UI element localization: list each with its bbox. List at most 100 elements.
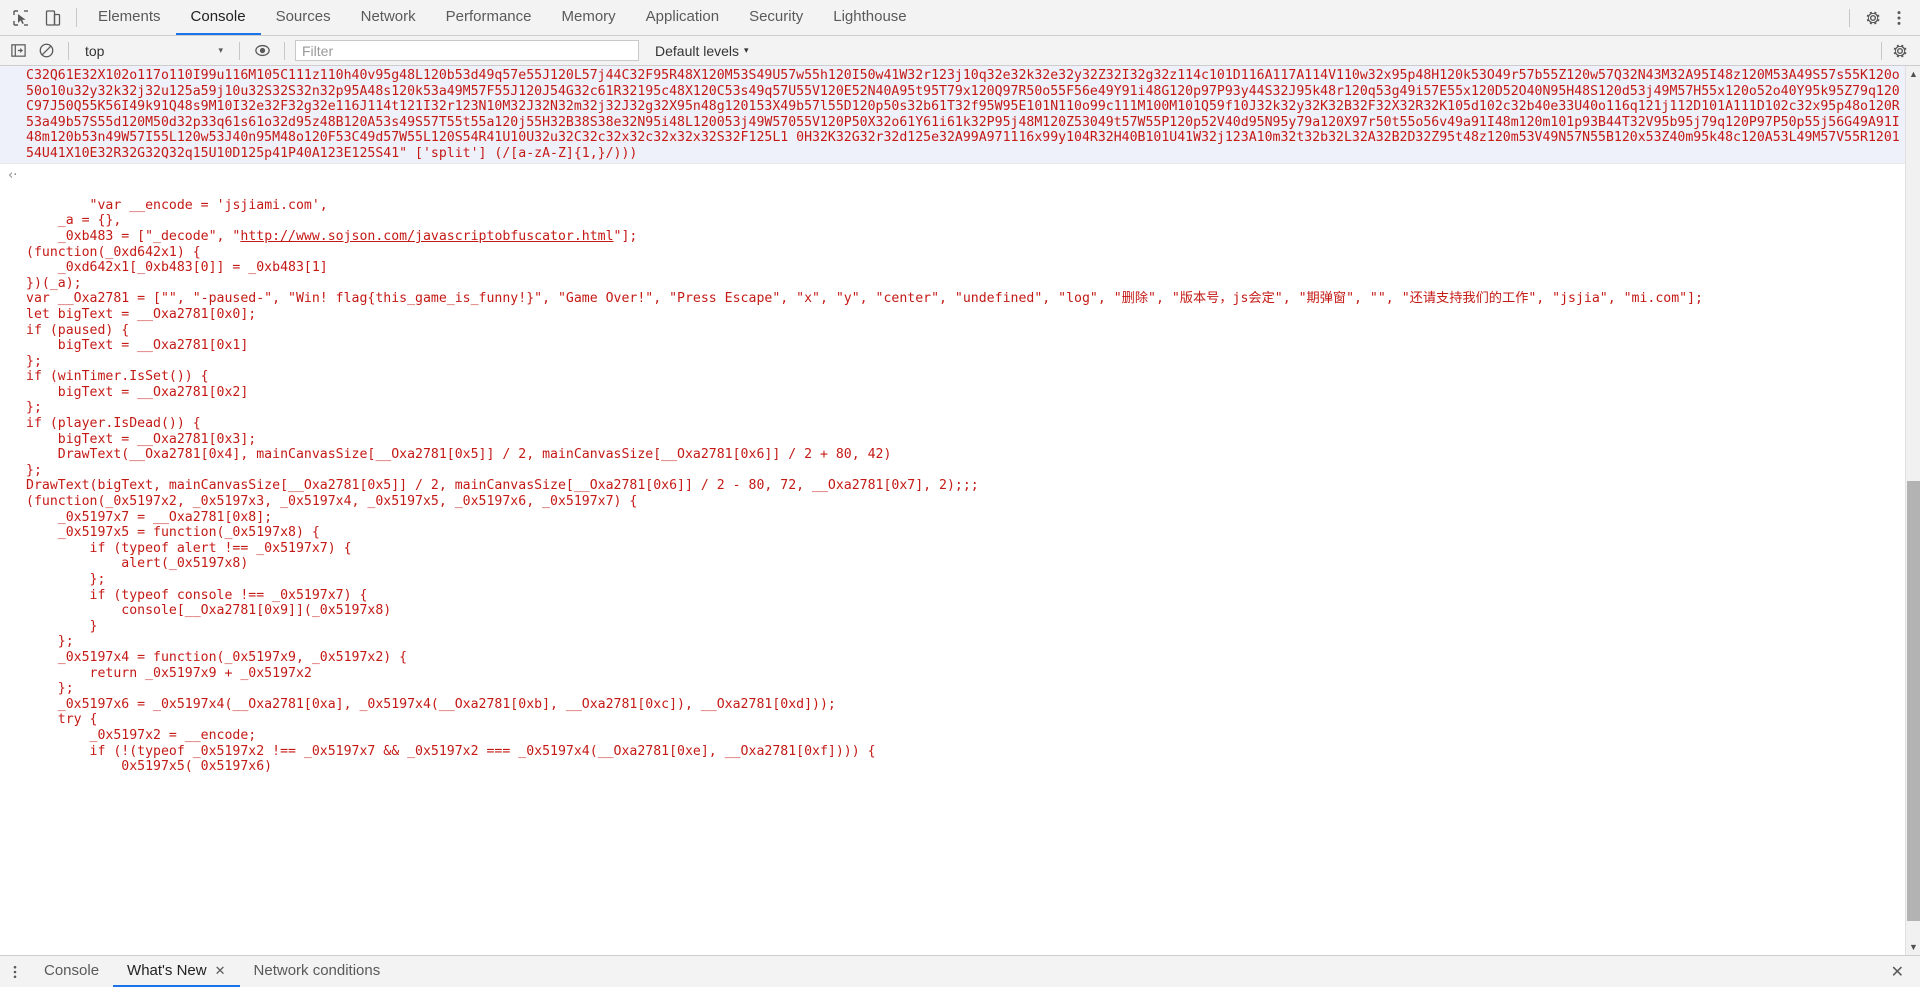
tab-label: Security — [749, 8, 804, 25]
drawer-right-controls: ✕ — [1887, 956, 1920, 987]
console-messages-area[interactable]: C32Q61E32X102o117o110I99u116M105C111z110… — [0, 66, 1920, 955]
toolbar-divider — [76, 8, 77, 27]
close-drawer-icon[interactable]: ✕ — [1887, 962, 1908, 982]
console-source-line: (function(_0xd642x1) { — [26, 244, 201, 260]
tab-label: Memory — [561, 8, 616, 25]
filterbar-divider-3 — [284, 41, 285, 60]
console-source-line: if (paused) { — [26, 322, 130, 338]
console-source-line: 0x5197x5( 0x5197x6) — [26, 759, 273, 775]
console-source-line: bigText = __Oxa2781[0x2] — [26, 384, 249, 400]
filterbar-divider-2 — [239, 41, 240, 60]
tab-elements[interactable]: Elements — [83, 0, 176, 35]
device-toolbar-icon[interactable] — [42, 7, 64, 29]
tab-application[interactable]: Application — [631, 0, 734, 35]
live-expression-eye-icon[interactable] — [250, 40, 274, 62]
console-source-line: alert(_0x5197x8) — [26, 556, 249, 572]
chevron-down-icon: ▾ — [744, 45, 749, 55]
console-source-line: try { — [26, 712, 98, 728]
drawer-tab-label: Console — [44, 962, 100, 979]
return-value-arrow-icon: ‹· — [8, 167, 18, 183]
tab-label: Application — [645, 8, 720, 25]
console-source-line: }; — [26, 572, 106, 587]
filterbar-divider-1 — [68, 41, 69, 60]
tab-label: Performance — [445, 8, 532, 25]
tab-memory[interactable]: Memory — [547, 0, 631, 35]
console-source-line: if (typeof alert !== _0x5197x7) { — [26, 540, 352, 556]
console-source-code: "var __encode = 'jsjiami.com', _a = {}, … — [26, 198, 1703, 774]
console-source-line: bigText = __Oxa2781[0x1] — [26, 338, 249, 354]
console-vertical-scrollbar[interactable]: ▲ ▼ — [1905, 66, 1920, 955]
console-source-line: })(_a); — [26, 275, 82, 291]
log-levels-label: Default levels — [655, 42, 740, 59]
console-source-line: }; — [26, 634, 74, 650]
console-source-line: if (winTimer.IsSet()) { — [26, 369, 209, 385]
tab-sources[interactable]: Sources — [261, 0, 346, 35]
tab-performance[interactable]: Performance — [431, 0, 547, 35]
console-source-line: _0x5197x4 = function(_0x5197x9, _0x5197x… — [26, 649, 408, 665]
tab-label: Sources — [275, 8, 331, 25]
console-source-line: return _0x5197x9 + _0x5197x2 — [26, 665, 312, 681]
execution-context-select[interactable]: top ▾ — [79, 40, 229, 61]
console-source-line: _0x5197x7 = __Oxa2781[0x8]; — [26, 509, 273, 525]
console-source-line: bigText = __Oxa2781[0x3]; — [26, 431, 257, 447]
settings-gear-icon[interactable] — [1862, 7, 1884, 29]
console-source-line: DrawText(bigText, mainCanvasSize[__Oxa27… — [26, 478, 979, 494]
console-source-line: _a = {}, — [26, 213, 122, 229]
toolbar-left-icons — [0, 0, 70, 35]
console-source-line: }; — [26, 681, 74, 697]
more-options-icon[interactable] — [1888, 7, 1910, 29]
clear-console-icon[interactable] — [34, 40, 58, 62]
console-source-line: }; — [26, 462, 42, 478]
drawer-tab-whats-new[interactable]: What's New ✕ — [113, 956, 240, 987]
console-source-line: var __Oxa2781 = ["", "-paused-", "Win! f… — [26, 291, 1703, 307]
devtools-drawer-tabbar: Console What's New ✕ Network conditions … — [0, 955, 1920, 987]
console-source-line: _0x5197x5 = function(_0x5197x8) { — [26, 525, 320, 541]
log-levels-dropdown[interactable]: Default levels ▾ — [655, 43, 749, 59]
filterbar-divider-4 — [1881, 41, 1882, 60]
console-source-line: let bigText = __Oxa2781[0x0]; — [26, 306, 257, 322]
toolbar-right-icons — [1841, 0, 1920, 35]
inspect-element-icon[interactable] — [10, 7, 32, 29]
close-icon[interactable]: ✕ — [215, 963, 226, 979]
console-source-line: if (typeof console !== _0x5197x7) { — [26, 587, 368, 603]
filterbar-right — [1875, 40, 1912, 62]
tab-security[interactable]: Security — [734, 0, 818, 35]
tab-label: Console — [190, 8, 246, 25]
devtools-main-toolbar: Elements Console Sources Network Perform… — [0, 0, 1920, 36]
console-scroll-viewport: C32Q61E32X102o117o110I99u116M105C111z110… — [0, 66, 1905, 955]
console-source-line: if (!(typeof _0x5197x2 !== _0x5197x7 && … — [26, 743, 876, 759]
console-source-line: _0x5197x6 = _0x5197x4(__Oxa2781[0xa], _0… — [26, 696, 836, 712]
console-source-line: "var __encode = 'jsjiami.com', — [89, 197, 328, 213]
tab-network[interactable]: Network — [346, 0, 431, 35]
tab-label: Lighthouse — [833, 8, 907, 25]
console-message-source[interactable]: ‹· "var __encode = 'jsjiami.com', _a = {… — [0, 163, 1905, 794]
toolbar-right-divider — [1849, 8, 1850, 27]
console-filter-toolbar: top ▾ Default levels ▾ — [0, 36, 1920, 66]
panel-tabs: Elements Console Sources Network Perform… — [83, 0, 922, 35]
obfuscator-url-link[interactable]: http://www.sojson.com/javascriptobfuscat… — [240, 229, 613, 244]
console-settings-gear-icon[interactable] — [1888, 40, 1912, 62]
execution-context-value: top — [85, 42, 105, 59]
console-source-line: console[__Oxa2781[0x9]](_0x5197x8) — [26, 603, 392, 619]
filter-input[interactable] — [295, 40, 639, 61]
console-source-line: }; — [26, 400, 42, 416]
console-source-line: } — [26, 618, 98, 634]
console-source-line: }; — [26, 353, 42, 369]
console-source-line: DrawText(__Oxa2781[0x4], mainCanvasSize[… — [26, 447, 892, 463]
tab-lighthouse[interactable]: Lighthouse — [818, 0, 921, 35]
tab-console[interactable]: Console — [175, 0, 261, 35]
console-source-line: _0x5197x2 = __encode; — [26, 727, 257, 743]
chevron-down-icon: ▾ — [218, 45, 223, 55]
drawer-tab-label: Network conditions — [253, 962, 381, 979]
console-message-obfuscated[interactable]: C32Q61E32X102o117o110I99u116M105C111z110… — [0, 66, 1905, 164]
tab-label: Network — [360, 8, 416, 25]
console-source-line: if (player.IsDead()) { — [26, 416, 201, 432]
scroll-up-arrow-icon[interactable]: ▲ — [1906, 66, 1920, 82]
scrollbar-thumb[interactable] — [1907, 481, 1920, 921]
drawer-more-options-icon[interactable] — [0, 956, 30, 987]
scroll-down-arrow-icon[interactable]: ▼ — [1906, 939, 1920, 955]
drawer-tab-console[interactable]: Console — [30, 956, 113, 987]
console-sidebar-toggle-icon[interactable] — [6, 40, 30, 62]
tab-label: Elements — [98, 8, 161, 25]
drawer-tab-network-conditions[interactable]: Network conditions — [240, 956, 395, 987]
